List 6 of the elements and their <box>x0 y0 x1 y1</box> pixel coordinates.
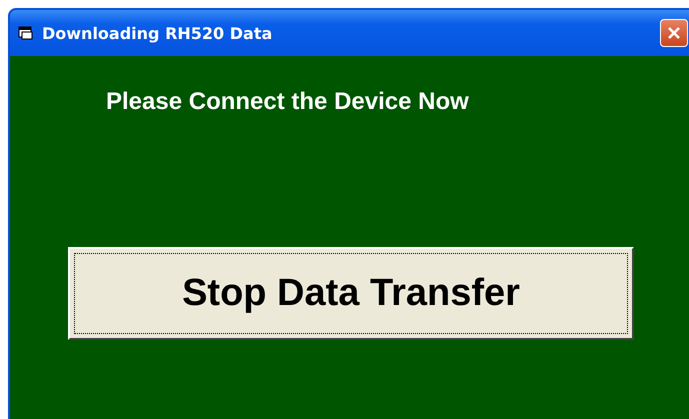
window-icon <box>18 26 34 40</box>
close-button[interactable] <box>660 19 688 47</box>
close-icon <box>667 26 681 40</box>
window-title: Downloading RH520 Data <box>42 24 274 42</box>
stop-transfer-button[interactable]: Stop Data Transfer <box>68 247 634 340</box>
status-message: Please Connect the Device Now <box>106 88 470 116</box>
